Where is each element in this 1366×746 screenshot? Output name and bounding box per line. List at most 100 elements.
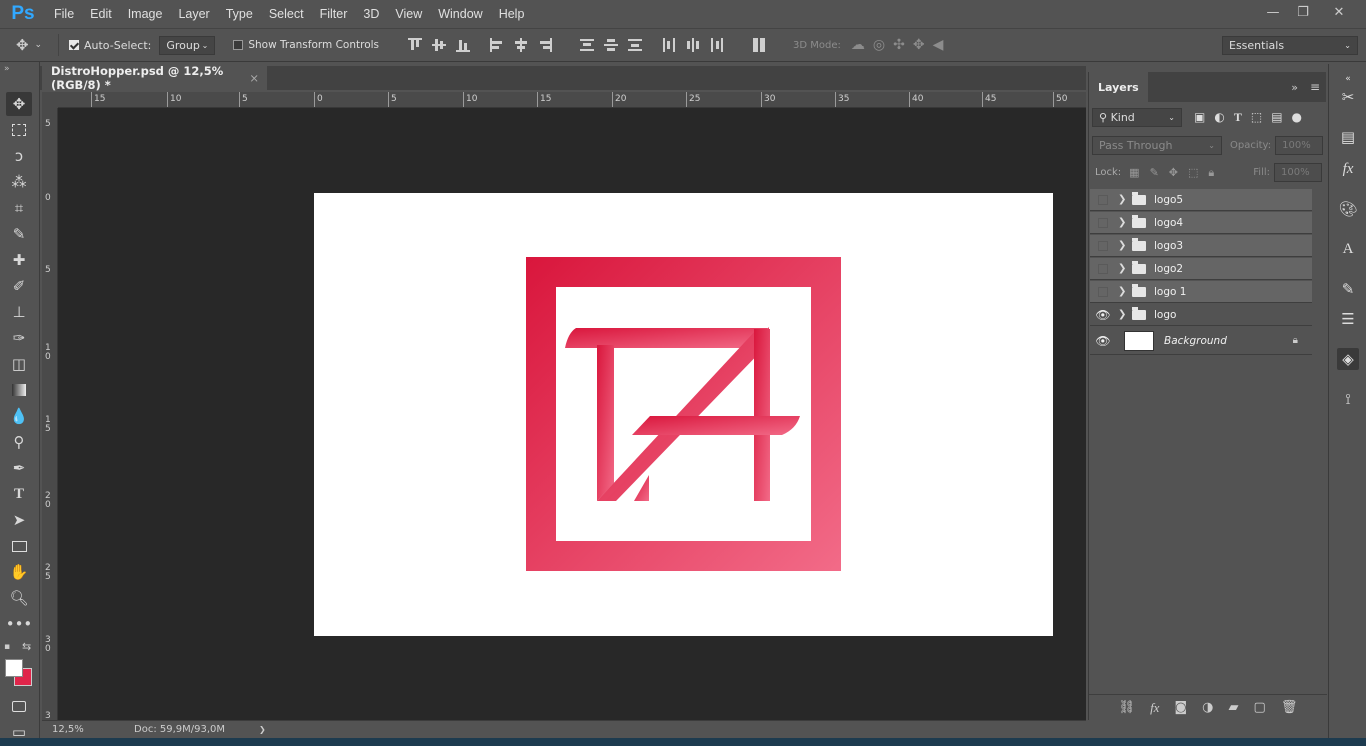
distribute-vcenter-icon[interactable] xyxy=(604,38,619,52)
expand-group-icon[interactable]: ❯ xyxy=(1118,309,1128,320)
zoom-level[interactable]: 12,5% xyxy=(52,724,122,735)
pen-tool-icon[interactable]: ✒ xyxy=(6,456,32,480)
tools-panel-icon[interactable]: ✂ xyxy=(1337,86,1359,108)
distribute-bottom-icon[interactable] xyxy=(628,38,643,52)
align-top-icon[interactable] xyxy=(408,38,423,52)
foreground-color-swatch[interactable] xyxy=(5,659,23,677)
new-adjustment-layer-icon[interactable]: ◑ xyxy=(1202,700,1213,715)
camera-3d-icon[interactable]: ◀ xyxy=(933,37,944,53)
distribute-right-icon[interactable] xyxy=(710,38,724,52)
filter-toggle-icon[interactable]: ● xyxy=(1292,110,1302,125)
auto-select-checkbox[interactable]: Auto-Select: xyxy=(69,39,151,52)
menu-filter[interactable]: Filter xyxy=(312,0,356,28)
auto-select-check-icon[interactable] xyxy=(69,40,79,50)
layer-style-icon[interactable]: fx xyxy=(1150,700,1159,716)
type-tool-icon[interactable]: T xyxy=(6,482,32,506)
healing-brush-tool-icon[interactable]: ✚ xyxy=(6,248,32,272)
filter-kind-dropdown[interactable]: ⚲ Kind ⌄ xyxy=(1092,107,1182,127)
eye-icon[interactable]: 👁︎ xyxy=(1090,327,1116,355)
layer-row[interactable]: 👁︎ ❯ logo xyxy=(1090,304,1312,326)
menu-type[interactable]: Type xyxy=(218,0,261,28)
align-hcenter-icon[interactable] xyxy=(514,38,528,52)
eye-icon[interactable]: 👁︎ xyxy=(1090,304,1116,326)
menu-layer[interactable]: Layer xyxy=(170,0,217,28)
swap-colors-icon[interactable]: ⇆ xyxy=(22,640,31,653)
filter-shape-icon[interactable]: ⬚ xyxy=(1251,110,1262,125)
transform-controls-checkbox[interactable]: Show Transform Controls xyxy=(233,39,379,51)
visibility-toggle[interactable] xyxy=(1090,212,1116,234)
distribute-left-icon[interactable] xyxy=(662,38,676,52)
layer-name[interactable]: logo2 xyxy=(1154,263,1183,275)
color-palette-icon[interactable]: 🎨︎ xyxy=(1337,198,1359,220)
move-tool-preset-icon[interactable]: ✥ ⌄ xyxy=(0,36,58,54)
layer-name[interactable]: logo 1 xyxy=(1154,286,1186,298)
link-layers-icon[interactable]: ⛓ xyxy=(1119,700,1136,715)
workspace-dropdown[interactable]: Essentials ⌄ xyxy=(1222,35,1358,55)
delete-layer-icon[interactable]: 🗑︎ xyxy=(1281,700,1298,715)
restore-button[interactable]: ❐ xyxy=(1288,0,1318,24)
menu-help[interactable]: Help xyxy=(491,0,533,28)
align-right-icon[interactable] xyxy=(538,38,553,52)
layer-row[interactable]: ❯ logo5 xyxy=(1090,189,1312,211)
gradient-tool-icon[interactable] xyxy=(6,378,32,402)
new-group-icon[interactable]: ▰ xyxy=(1229,700,1239,715)
visibility-toggle[interactable] xyxy=(1090,258,1116,280)
filter-smart-object-icon[interactable]: ▤ xyxy=(1271,110,1282,125)
menu-select[interactable]: Select xyxy=(261,0,312,28)
transform-controls-check-icon[interactable] xyxy=(233,40,244,50)
menu-3d[interactable]: 3D xyxy=(355,0,387,28)
history-brush-tool-icon[interactable]: ✑ xyxy=(6,326,32,350)
character-icon[interactable]: A xyxy=(1337,238,1359,260)
blur-tool-icon[interactable]: 💧 xyxy=(6,404,32,428)
expand-group-icon[interactable]: ❯ xyxy=(1118,240,1128,251)
menu-image[interactable]: Image xyxy=(120,0,171,28)
visibility-toggle[interactable] xyxy=(1090,189,1116,211)
layer-row[interactable]: ❯ logo2 xyxy=(1090,258,1312,280)
layer-name[interactable]: logo xyxy=(1154,309,1176,321)
document-canvas[interactable] xyxy=(314,193,1053,636)
crop-tool-icon[interactable]: ⌗ xyxy=(6,196,32,220)
auto-select-dropdown[interactable]: Group ⌄ xyxy=(159,35,216,55)
align-vcenter-icon[interactable] xyxy=(432,38,447,52)
filter-type-icon[interactable]: T xyxy=(1234,110,1242,125)
pan-3d-icon[interactable]: ✣ xyxy=(893,37,905,53)
zoom-tool-icon[interactable]: 🔍︎ xyxy=(6,586,32,610)
close-document-icon[interactable]: × xyxy=(249,71,259,85)
lock-image-icon[interactable]: ✎ xyxy=(1150,166,1159,180)
visibility-toggle[interactable] xyxy=(1090,235,1116,257)
lock-artboard-icon[interactable]: ⬚ xyxy=(1188,166,1198,180)
layer-row[interactable]: ❯ logo3 xyxy=(1090,235,1312,257)
eyedropper-tool-icon[interactable]: ✎ xyxy=(6,222,32,246)
lock-transparent-icon[interactable]: ▦ xyxy=(1129,166,1139,180)
dodge-tool-icon[interactable]: ⚲ xyxy=(6,430,32,454)
orbit-3d-icon[interactable]: ☁ xyxy=(851,37,865,53)
expand-group-icon[interactable]: ❯ xyxy=(1118,194,1128,205)
new-layer-icon[interactable]: ▢ xyxy=(1254,700,1266,715)
more-tools-icon[interactable]: ••• xyxy=(6,612,33,636)
canvas-area[interactable] xyxy=(58,108,1086,720)
visibility-toggle[interactable] xyxy=(1090,281,1116,303)
ruler-corner[interactable] xyxy=(42,92,58,108)
horizontal-ruler[interactable]: 15 10 5 0 5 10 15 20 25 30 35 40 45 50 xyxy=(58,92,1086,108)
adjustments-icon[interactable]: ☰ xyxy=(1337,308,1359,330)
document-tab[interactable]: DistroHopper.psd @ 12,5% (RGB/8) * × xyxy=(42,64,267,92)
expand-group-icon[interactable]: ❯ xyxy=(1118,286,1128,297)
lasso-tool-icon[interactable]: ↄ xyxy=(6,144,32,168)
menu-edit[interactable]: Edit xyxy=(82,0,120,28)
menu-view[interactable]: View xyxy=(387,0,430,28)
clone-stamp-tool-icon[interactable]: ⊥ xyxy=(6,300,32,324)
blend-mode-dropdown[interactable]: Pass Through ⌄ xyxy=(1092,136,1222,155)
hand-tool-icon[interactable]: ✋ xyxy=(6,560,32,584)
layers-tab[interactable]: Layers xyxy=(1089,72,1148,102)
layer-row[interactable]: ❯ logo 1 xyxy=(1090,281,1312,303)
status-menu-arrow-icon[interactable]: ❯ xyxy=(259,725,266,734)
expand-group-icon[interactable]: ❯ xyxy=(1118,263,1128,274)
rectangle-tool-icon[interactable] xyxy=(6,534,32,558)
distribute-hcenter-icon[interactable] xyxy=(686,38,700,52)
eraser-tool-icon[interactable]: ◫ xyxy=(6,352,32,376)
vertical-ruler[interactable]: 5051 01 52 02 53 03 xyxy=(42,108,58,721)
add-mask-icon[interactable]: ◙ xyxy=(1174,700,1187,715)
lock-all-icon[interactable]: 🔒︎ xyxy=(1208,166,1214,180)
fill-field[interactable]: 100% xyxy=(1274,163,1322,182)
roll-3d-icon[interactable]: ◎ xyxy=(873,37,885,53)
